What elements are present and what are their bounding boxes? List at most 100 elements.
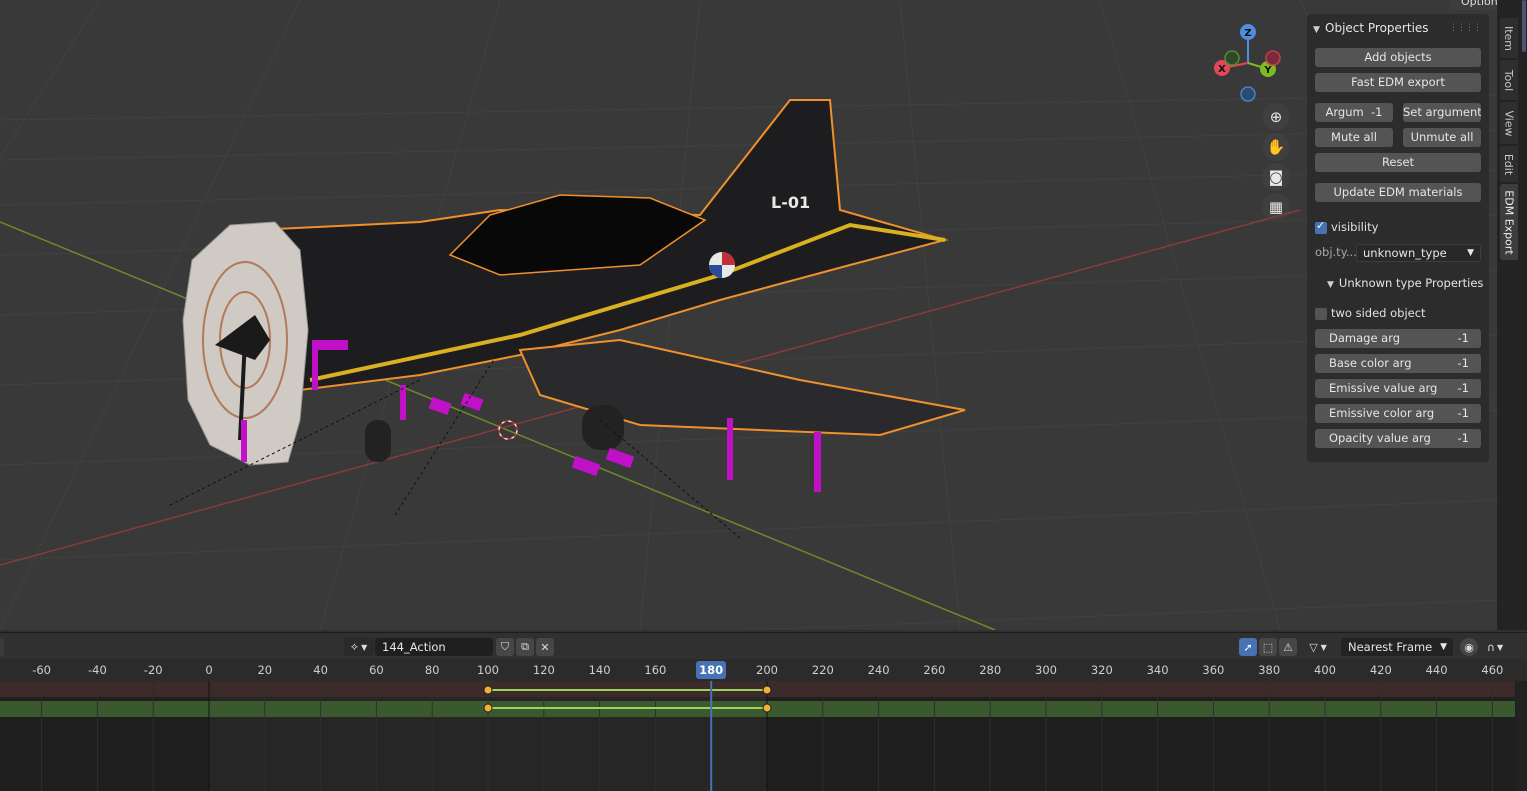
options-dropdown[interactable]: Options ▼: [1449, 0, 1497, 10]
chevron-down-icon: ▼: [1320, 642, 1327, 652]
visibility-checkbox[interactable]: [1315, 219, 1327, 234]
sidebar-tab-strip: Item Tool View Edit EDM Export: [1497, 0, 1527, 630]
frame-tick-label: -60: [32, 663, 51, 677]
frame-tick-label: 440: [1425, 663, 1448, 677]
argument-value: -1: [1371, 105, 1383, 119]
current-frame-indicator[interactable]: 180: [696, 661, 727, 679]
fake-user-shield-icon[interactable]: ⛉: [496, 638, 514, 656]
chevron-down-icon: ▼: [1467, 248, 1474, 258]
zoom-icon[interactable]: ⊕: [1262, 103, 1290, 131]
3d-viewport[interactable]: L-01 Options ▼ Z: [0, 0, 1497, 630]
arg-value: -1: [1457, 381, 1469, 395]
panel-header[interactable]: ▼ Object Properties: [1313, 21, 1429, 37]
tab-item[interactable]: Item: [1500, 18, 1518, 58]
frame-tick-label: 380: [1258, 663, 1281, 677]
arg-value: -1: [1457, 356, 1469, 370]
post-range-shade: [767, 681, 1527, 791]
tab-scrollbar[interactable]: [1522, 0, 1526, 52]
frame-tick-label: 400: [1314, 663, 1336, 677]
frame-tick-label: 460: [1481, 663, 1504, 677]
warning-icon[interactable]: ⚠: [1279, 638, 1297, 656]
frame-ruler[interactable]: -60 -40 -20 0 20 40 60 80 100 120 140 160 200 220 240 2…: [0, 659, 1527, 681]
unlink-action-close-icon[interactable]: ✕: [536, 638, 554, 656]
frame-tick-label: 120: [532, 663, 555, 677]
frame-tick-label: 100: [477, 663, 499, 677]
two-sided-checkbox[interactable]: [1315, 308, 1327, 320]
frame-tick-label: 60: [369, 663, 384, 677]
arg-label: Damage arg: [1329, 331, 1401, 345]
argument-field[interactable]: Argum -1: [1315, 103, 1393, 122]
camera-icon[interactable]: ◙: [1262, 163, 1290, 191]
fast-edm-export-button[interactable]: Fast EDM export: [1315, 73, 1481, 92]
timeline-header: ⟡ ▼ 144_Action ⛉ ⧉ ✕ ➚ ⬚ ⚠ ▽ ▼ Nearest Fra…: [0, 632, 1527, 659]
frame-tick-label: 360: [1202, 663, 1225, 677]
add-objects-button[interactable]: Add objects: [1315, 48, 1481, 67]
select-cursor-icon[interactable]: ➚: [1239, 638, 1257, 656]
arg-label: Base color arg: [1329, 356, 1412, 370]
tab-tool[interactable]: Tool: [1500, 60, 1518, 100]
tab-item-label: Item: [1502, 25, 1516, 51]
pan-hand-icon[interactable]: ✋: [1262, 133, 1290, 161]
object-properties-panel: ▼ Object Properties ⋮⋮⋮⋮ Add objects Fast…: [1307, 14, 1489, 462]
mute-all-button[interactable]: Mute all: [1315, 128, 1393, 147]
gizmo-neg-y: [1224, 50, 1240, 66]
duplicate-action-icon[interactable]: ⧉: [516, 638, 534, 656]
drag-grip-icon[interactable]: ⋮⋮⋮⋮: [1449, 23, 1482, 33]
obj-type-value: unknown_type: [1363, 246, 1447, 260]
frame-tick-label: -40: [87, 663, 107, 677]
snap-mode-dropdown[interactable]: Nearest Frame ▼: [1341, 638, 1453, 656]
falloff-curve-icon[interactable]: ∩ ▼: [1480, 638, 1510, 656]
box-select-icon[interactable]: ⬚: [1259, 638, 1277, 656]
tab-edm-export[interactable]: EDM Export: [1500, 184, 1518, 260]
keyframe-icon: ⟡: [350, 640, 359, 653]
frame-tick-label: 240: [867, 663, 890, 677]
chevron-down-icon: ▼: [361, 642, 368, 652]
tab-edm-export-label: EDM Export: [1502, 189, 1516, 255]
unknown-type-subpanel-header[interactable]: ▼ Unknown type Properties: [1321, 275, 1485, 293]
emissive-value-arg-field[interactable]: Emissive value arg -1: [1315, 379, 1481, 398]
frame-tick-label: 340: [1146, 663, 1169, 677]
base-color-arg-field[interactable]: Base color arg -1: [1315, 354, 1481, 373]
frame-tick-label: 200: [756, 663, 778, 677]
frame-tick-label: 40: [313, 663, 328, 677]
tail-code: L-01: [771, 193, 810, 212]
dopesheet-tracks[interactable]: [0, 681, 1527, 791]
frame-tick-label: -20: [143, 663, 163, 677]
grid-perspective-icon[interactable]: ▦: [1262, 193, 1290, 221]
arg-label: Opacity value arg: [1329, 431, 1431, 445]
frame-tick-label: 160: [644, 663, 667, 677]
frame-tick-label: 300: [1035, 663, 1057, 677]
chevron-down-icon: ▼: [1327, 280, 1334, 290]
unmute-all-button[interactable]: Unmute all: [1403, 128, 1481, 147]
navigation-gizmo[interactable]: Z X Y: [1205, 20, 1295, 110]
action-name-field[interactable]: 144_Action: [375, 638, 493, 656]
chevron-down-icon: ▼: [1496, 642, 1504, 652]
obj-type-dropdown[interactable]: unknown_type ▼: [1356, 244, 1481, 262]
frame-tick-label: 320: [1090, 663, 1113, 677]
gizmo-y-label: Y: [1263, 65, 1272, 76]
keyframe-point: [762, 703, 772, 713]
proportional-editing-icon[interactable]: ◉: [1460, 638, 1478, 656]
subpanel-title: Unknown type Properties: [1338, 276, 1484, 290]
tab-view-label: View: [1502, 109, 1516, 137]
snap-mode-value: Nearest Frame: [1348, 640, 1433, 654]
editor-type-button[interactable]: [0, 638, 4, 656]
arg-value: -1: [1457, 406, 1469, 420]
emissive-color-arg-field[interactable]: Emissive color arg -1: [1315, 404, 1481, 423]
frame-tick-label: 0: [205, 663, 213, 677]
reset-button[interactable]: Reset: [1315, 153, 1481, 172]
action-browse-button[interactable]: ⟡ ▼: [344, 638, 374, 656]
opacity-value-arg-field[interactable]: Opacity value arg -1: [1315, 429, 1481, 448]
arg-value: -1: [1457, 331, 1469, 345]
filter-icon[interactable]: ▽ ▼: [1302, 638, 1334, 656]
update-edm-materials-button[interactable]: Update EDM materials: [1315, 183, 1481, 202]
tab-tool-label: Tool: [1502, 69, 1516, 91]
keyframe-point: [483, 703, 493, 713]
pre-range-shade: [0, 681, 209, 791]
tab-edit[interactable]: Edit: [1500, 146, 1518, 182]
arg-label: Emissive color arg: [1329, 406, 1435, 420]
damage-arg-field[interactable]: Damage arg -1: [1315, 329, 1481, 348]
tab-view[interactable]: View: [1500, 102, 1518, 144]
obj-type-label: obj.ty...: [1315, 245, 1357, 259]
set-argument-button[interactable]: Set argument: [1403, 103, 1481, 122]
